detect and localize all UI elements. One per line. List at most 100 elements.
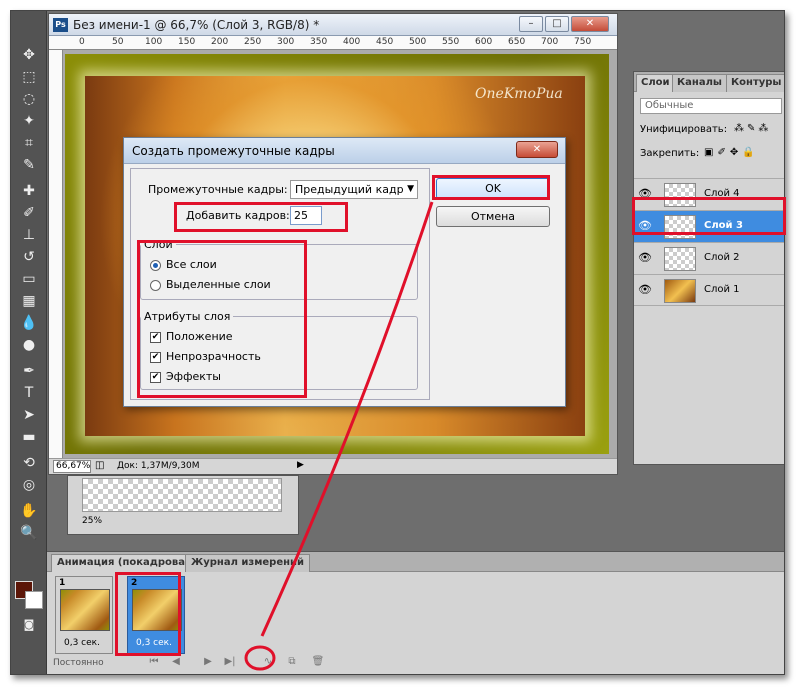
- animation-tabs: Анимация (покадровая) Журнал измерений: [47, 552, 784, 572]
- frame-delay[interactable]: 0,3 сек.: [64, 638, 100, 648]
- 3d-rotate-tool-icon[interactable]: ⟲: [17, 453, 41, 473]
- checkmark-icon: ✔: [150, 331, 161, 343]
- path-selection-tool-icon[interactable]: ➤: [17, 405, 41, 425]
- layer-row[interactable]: 👁 Слой 2: [634, 242, 784, 274]
- hand-tool-icon[interactable]: ✋: [17, 501, 41, 521]
- type-tool-icon[interactable]: T: [17, 383, 41, 403]
- close-icon[interactable]: ✕: [571, 16, 609, 32]
- crop-tool-icon[interactable]: ⌗: [17, 133, 41, 153]
- tween-icon[interactable]: ∿: [259, 656, 277, 670]
- background-color-swatch[interactable]: [25, 591, 43, 609]
- next-frame-icon[interactable]: ▶|: [221, 656, 239, 670]
- ok-button[interactable]: OK: [436, 178, 550, 199]
- ruler-tick-label: 0: [79, 37, 85, 47]
- shape-tool-icon[interactable]: ▬: [17, 427, 41, 447]
- new-frame-icon[interactable]: ⧉: [283, 656, 301, 670]
- 3d-orbit-tool-icon[interactable]: ◎: [17, 475, 41, 495]
- layer-row[interactable]: 👁 Слой 4: [634, 178, 784, 210]
- tab-channels[interactable]: Каналы: [672, 74, 727, 92]
- unify-label: Унифицировать:: [640, 124, 728, 135]
- ruler-tick-label: 350: [310, 37, 328, 47]
- tween-select[interactable]: Предыдущий кадр ▼: [290, 180, 418, 199]
- tab-animation[interactable]: Анимация (покадровая): [51, 554, 202, 572]
- play-icon[interactable]: ▶: [199, 656, 217, 670]
- layer-row[interactable]: 👁 Слой 1: [634, 274, 784, 306]
- add-frames-input[interactable]: 25: [290, 206, 322, 225]
- position-checkbox[interactable]: ✔ Положение: [150, 330, 233, 343]
- stamp-tool-icon[interactable]: ⊥: [17, 225, 41, 245]
- layer-name: Слой 4: [704, 188, 740, 199]
- eye-icon[interactable]: 👁: [638, 187, 652, 201]
- move-tool-icon[interactable]: ✥: [17, 45, 41, 65]
- frame-thumbnail: [132, 589, 182, 631]
- checkmark-icon: ✔: [150, 351, 161, 363]
- layers-panel-tabs: Слои Каналы Контуры: [634, 72, 784, 92]
- eye-icon[interactable]: 👁: [638, 251, 652, 265]
- lasso-tool-icon[interactable]: ◌: [17, 89, 41, 109]
- ruler-tick-label: 50: [112, 37, 124, 47]
- eyedropper-tool-icon[interactable]: ✎: [17, 155, 41, 175]
- cancel-button[interactable]: Отмена: [436, 206, 550, 227]
- zoom-field[interactable]: 66,67%: [53, 460, 91, 473]
- radio-checked-icon: [150, 259, 161, 271]
- navigator-panel: 25%: [67, 475, 299, 535]
- delete-frame-icon[interactable]: 🗑: [309, 656, 327, 670]
- blend-mode-select[interactable]: Обычные: [640, 98, 782, 114]
- dodge-tool-icon[interactable]: ●: [17, 335, 41, 355]
- blur-tool-icon[interactable]: 💧: [17, 313, 41, 333]
- layers-panel: Слои Каналы Контуры Обычные Унифицироват…: [633, 71, 784, 465]
- eye-icon[interactable]: 👁: [638, 219, 652, 233]
- animation-frame[interactable]: 1 0,3 сек.: [55, 576, 113, 654]
- lock-icons[interactable]: ▣✐✥🔒: [704, 147, 759, 158]
- prev-frame-icon[interactable]: ◀: [167, 656, 185, 670]
- opacity-checkbox[interactable]: ✔ Непрозрачность: [150, 350, 261, 363]
- effects-checkbox[interactable]: ✔ Эффекты: [150, 370, 221, 383]
- frame-delay[interactable]: 0,3 сек.: [136, 638, 172, 648]
- eraser-tool-icon[interactable]: ▭: [17, 269, 41, 289]
- document-info: Док: 1,37M/9,30M: [117, 461, 200, 471]
- layer-row-selected[interactable]: 👁 Слой 3: [634, 210, 784, 242]
- minimize-icon[interactable]: –: [519, 16, 543, 32]
- status-menu-icon[interactable]: ◫: [95, 460, 104, 471]
- ruler-tick-label: 100: [145, 37, 163, 47]
- selected-layers-radio[interactable]: Выделенные слои: [150, 278, 271, 291]
- tab-layers[interactable]: Слои: [636, 74, 675, 92]
- position-label: Положение: [166, 330, 233, 343]
- attributes-group-title: Атрибуты слоя: [144, 310, 231, 323]
- layer-thumbnail: [664, 215, 696, 239]
- tab-paths[interactable]: Контуры: [726, 74, 784, 92]
- ruler-tick-label: 500: [409, 37, 427, 47]
- vertical-ruler: [49, 50, 63, 458]
- ruler-tick-label: 700: [541, 37, 559, 47]
- history-brush-tool-icon[interactable]: ↺: [17, 247, 41, 267]
- document-titlebar[interactable]: Ps Без имени-1 @ 66,7% (Слой 3, RGB/8) *…: [49, 14, 617, 36]
- animation-frame-selected[interactable]: 2 0,3 сек.: [127, 576, 185, 654]
- document-title: Без имени-1 @ 66,7% (Слой 3, RGB/8) *: [73, 18, 320, 32]
- navigator-thumbnail[interactable]: [82, 478, 282, 512]
- dialog-close-icon[interactable]: ✕: [516, 141, 558, 158]
- maximize-icon[interactable]: □: [545, 16, 569, 32]
- tab-measurement-log[interactable]: Журнал измерений: [185, 554, 311, 572]
- loop-select[interactable]: Постоянно: [53, 658, 104, 668]
- status-arrow-icon[interactable]: ▶: [297, 460, 304, 470]
- healing-tool-icon[interactable]: ✚: [17, 181, 41, 201]
- layer-thumbnail: [664, 279, 696, 303]
- unify-icons[interactable]: ⁂✎⁂: [734, 123, 771, 134]
- first-frame-icon[interactable]: ⏮: [145, 656, 163, 670]
- gradient-tool-icon[interactable]: ▦: [17, 291, 41, 311]
- tween-label: Промежуточные кадры:: [148, 183, 288, 196]
- zoom-tool-icon[interactable]: 🔍: [17, 523, 41, 543]
- pen-tool-icon[interactable]: ✒: [17, 361, 41, 381]
- ruler-tick-label: 550: [442, 37, 460, 47]
- magic-wand-tool-icon[interactable]: ✦: [17, 111, 41, 131]
- ruler-tick-label: 600: [475, 37, 493, 47]
- all-layers-radio[interactable]: Все слои: [150, 258, 217, 271]
- chevron-down-icon: ▼: [407, 184, 414, 194]
- navigator-zoom[interactable]: 25%: [82, 516, 102, 526]
- ruler-tick-label: 450: [376, 37, 394, 47]
- quick-mask-icon[interactable]: ◙: [17, 615, 41, 635]
- eye-icon[interactable]: 👁: [638, 283, 652, 297]
- brush-tool-icon[interactable]: ✐: [17, 203, 41, 223]
- marquee-tool-icon[interactable]: ⬚: [17, 67, 41, 87]
- dialog-titlebar[interactable]: Создать промежуточные кадры ✕: [124, 138, 565, 164]
